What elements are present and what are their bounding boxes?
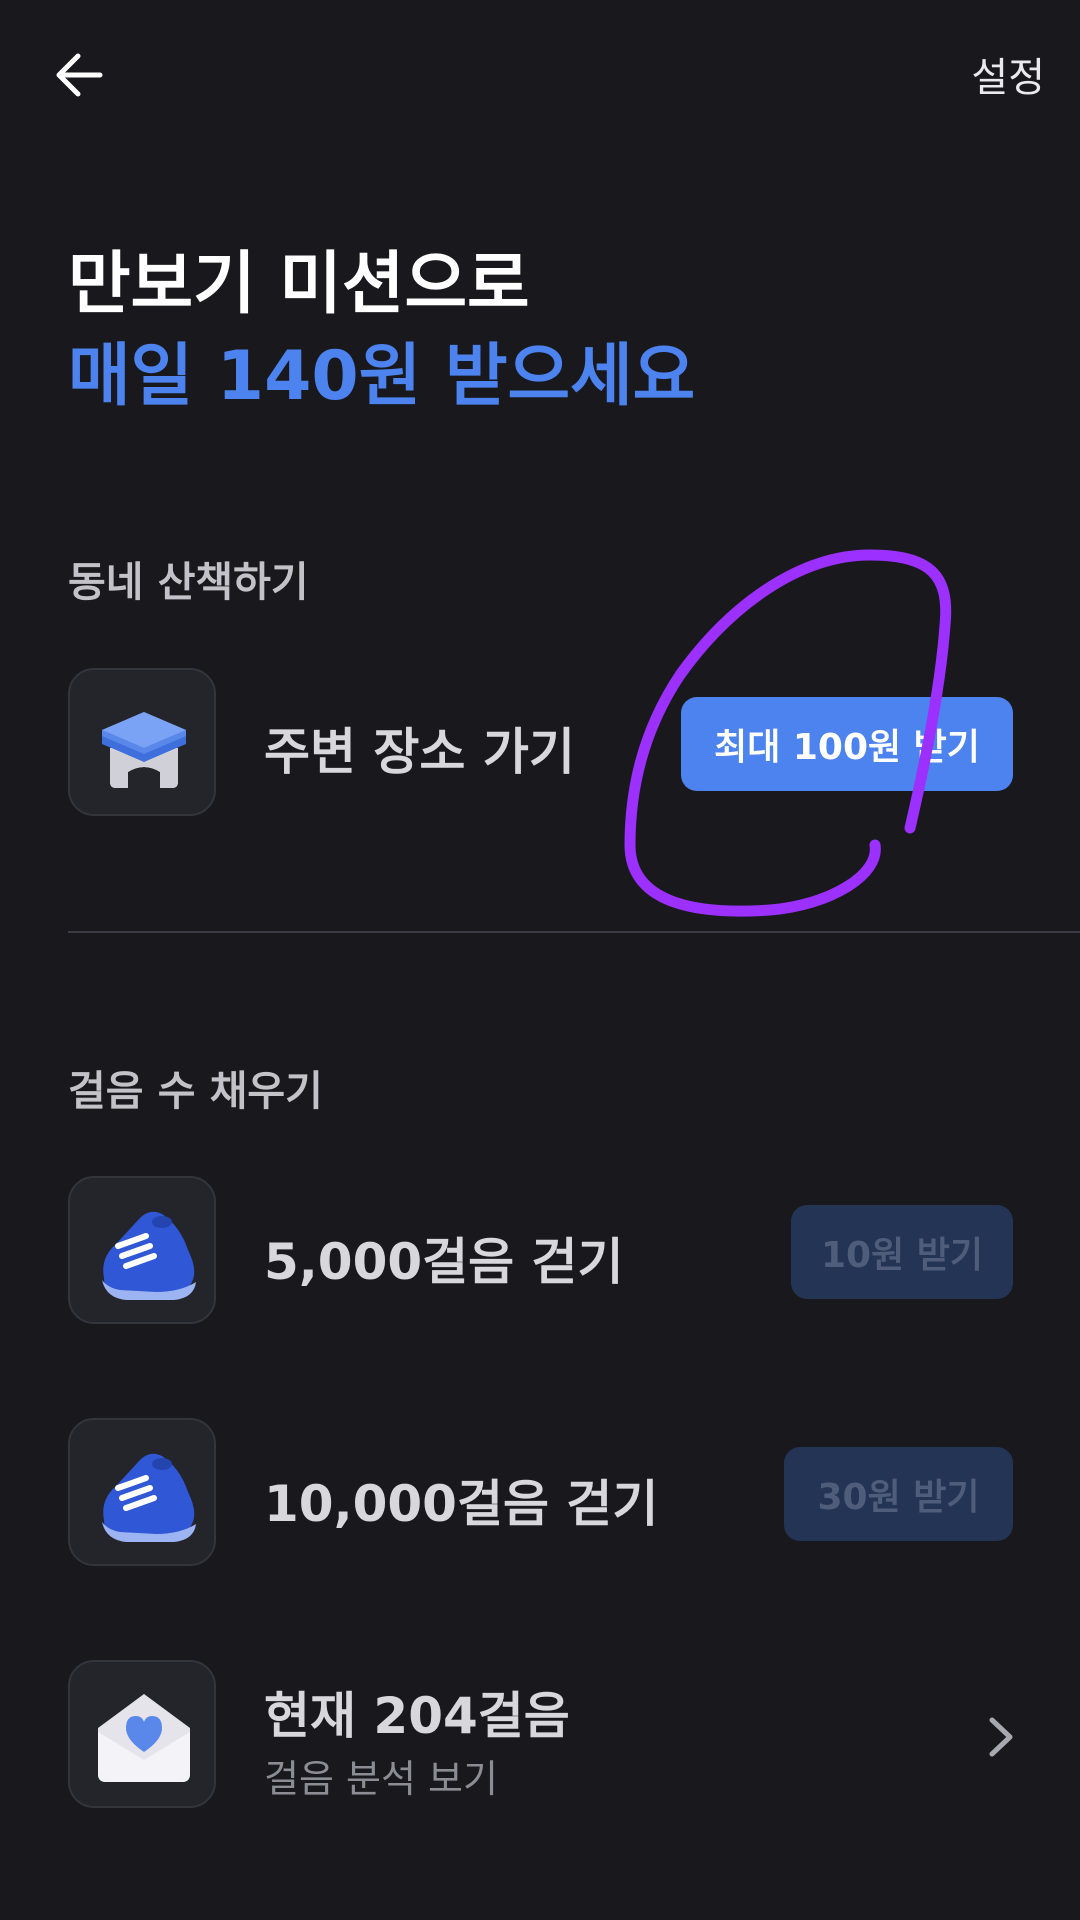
page-subtitle: 매일 140원 받으세요 — [68, 337, 696, 416]
page-title: 만보기 미션으로 — [68, 245, 530, 324]
steps-10000-reward-button[interactable]: 30원 받기 — [784, 1447, 1013, 1541]
steps-5000-reward-button[interactable]: 10원 받기 — [791, 1205, 1013, 1299]
chevron-right-icon — [989, 1717, 1013, 1757]
current-steps-icon-box — [68, 1660, 216, 1808]
current-steps-label[interactable]: 현재 204걸음 — [264, 1676, 570, 1748]
arrow-left-icon — [56, 53, 103, 97]
sneaker-icon — [102, 1453, 196, 1542]
steps-10000-icon-box — [68, 1418, 216, 1566]
steps-10000-label: 10,000걸음 걷기 — [264, 1475, 659, 1533]
nearby-place-reward-button[interactable]: 최대 100원 받기 — [681, 697, 1013, 791]
heart-envelope-icon — [98, 1694, 190, 1782]
step-analysis-link[interactable]: 걸음 분석 보기 — [264, 1748, 498, 1803]
steps-5000-icon-box — [68, 1176, 216, 1324]
steps-5000-label: 5,000걸음 걷기 — [264, 1233, 624, 1291]
settings-button[interactable]: 설정 — [971, 48, 1045, 108]
section-heading-steps: 걸음 수 채우기 — [68, 1067, 323, 1115]
current-steps-chevron[interactable] — [982, 1710, 1022, 1764]
nearby-place-label: 주변 장소 가기 — [264, 723, 575, 781]
sneaker-icon — [102, 1211, 196, 1300]
section-heading-walk: 동네 산책하기 — [68, 558, 309, 606]
nearby-place-icon-box — [68, 668, 216, 816]
back-button[interactable] — [50, 45, 110, 105]
map-pin-icon — [102, 712, 186, 788]
section-divider — [68, 931, 1080, 933]
